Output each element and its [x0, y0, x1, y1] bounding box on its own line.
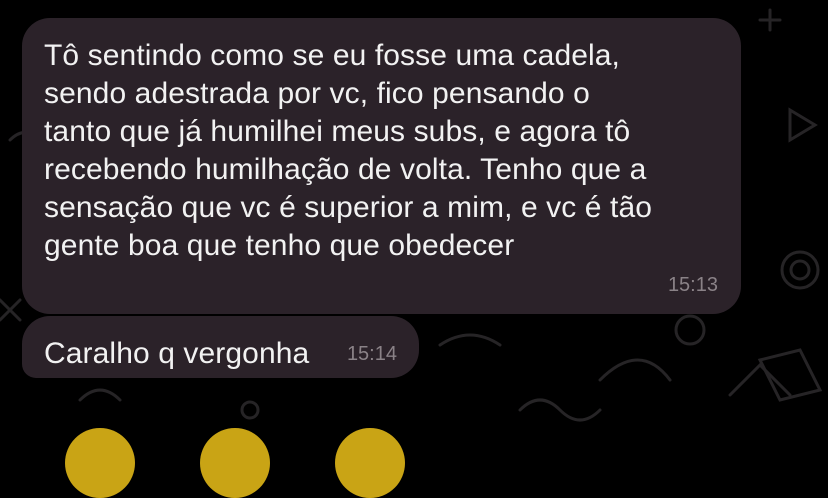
message-timestamp: 15:14	[346, 343, 397, 365]
reaction-emoji-icon[interactable]	[200, 428, 270, 498]
message-text: Tô sentindo como se eu fosse uma cadela,…	[44, 39, 653, 262]
message-bubble-incoming[interactable]: Tô sentindo como se eu fosse uma cadela,…	[22, 18, 741, 314]
reaction-emoji-icon[interactable]	[65, 428, 135, 498]
message-text: Caralho q vergonha	[44, 337, 310, 370]
message-bubble-incoming[interactable]: Caralho q vergonha 15:14	[22, 316, 419, 378]
message-timestamp: 15:13	[667, 274, 718, 296]
reaction-emoji-icon[interactable]	[335, 428, 405, 498]
